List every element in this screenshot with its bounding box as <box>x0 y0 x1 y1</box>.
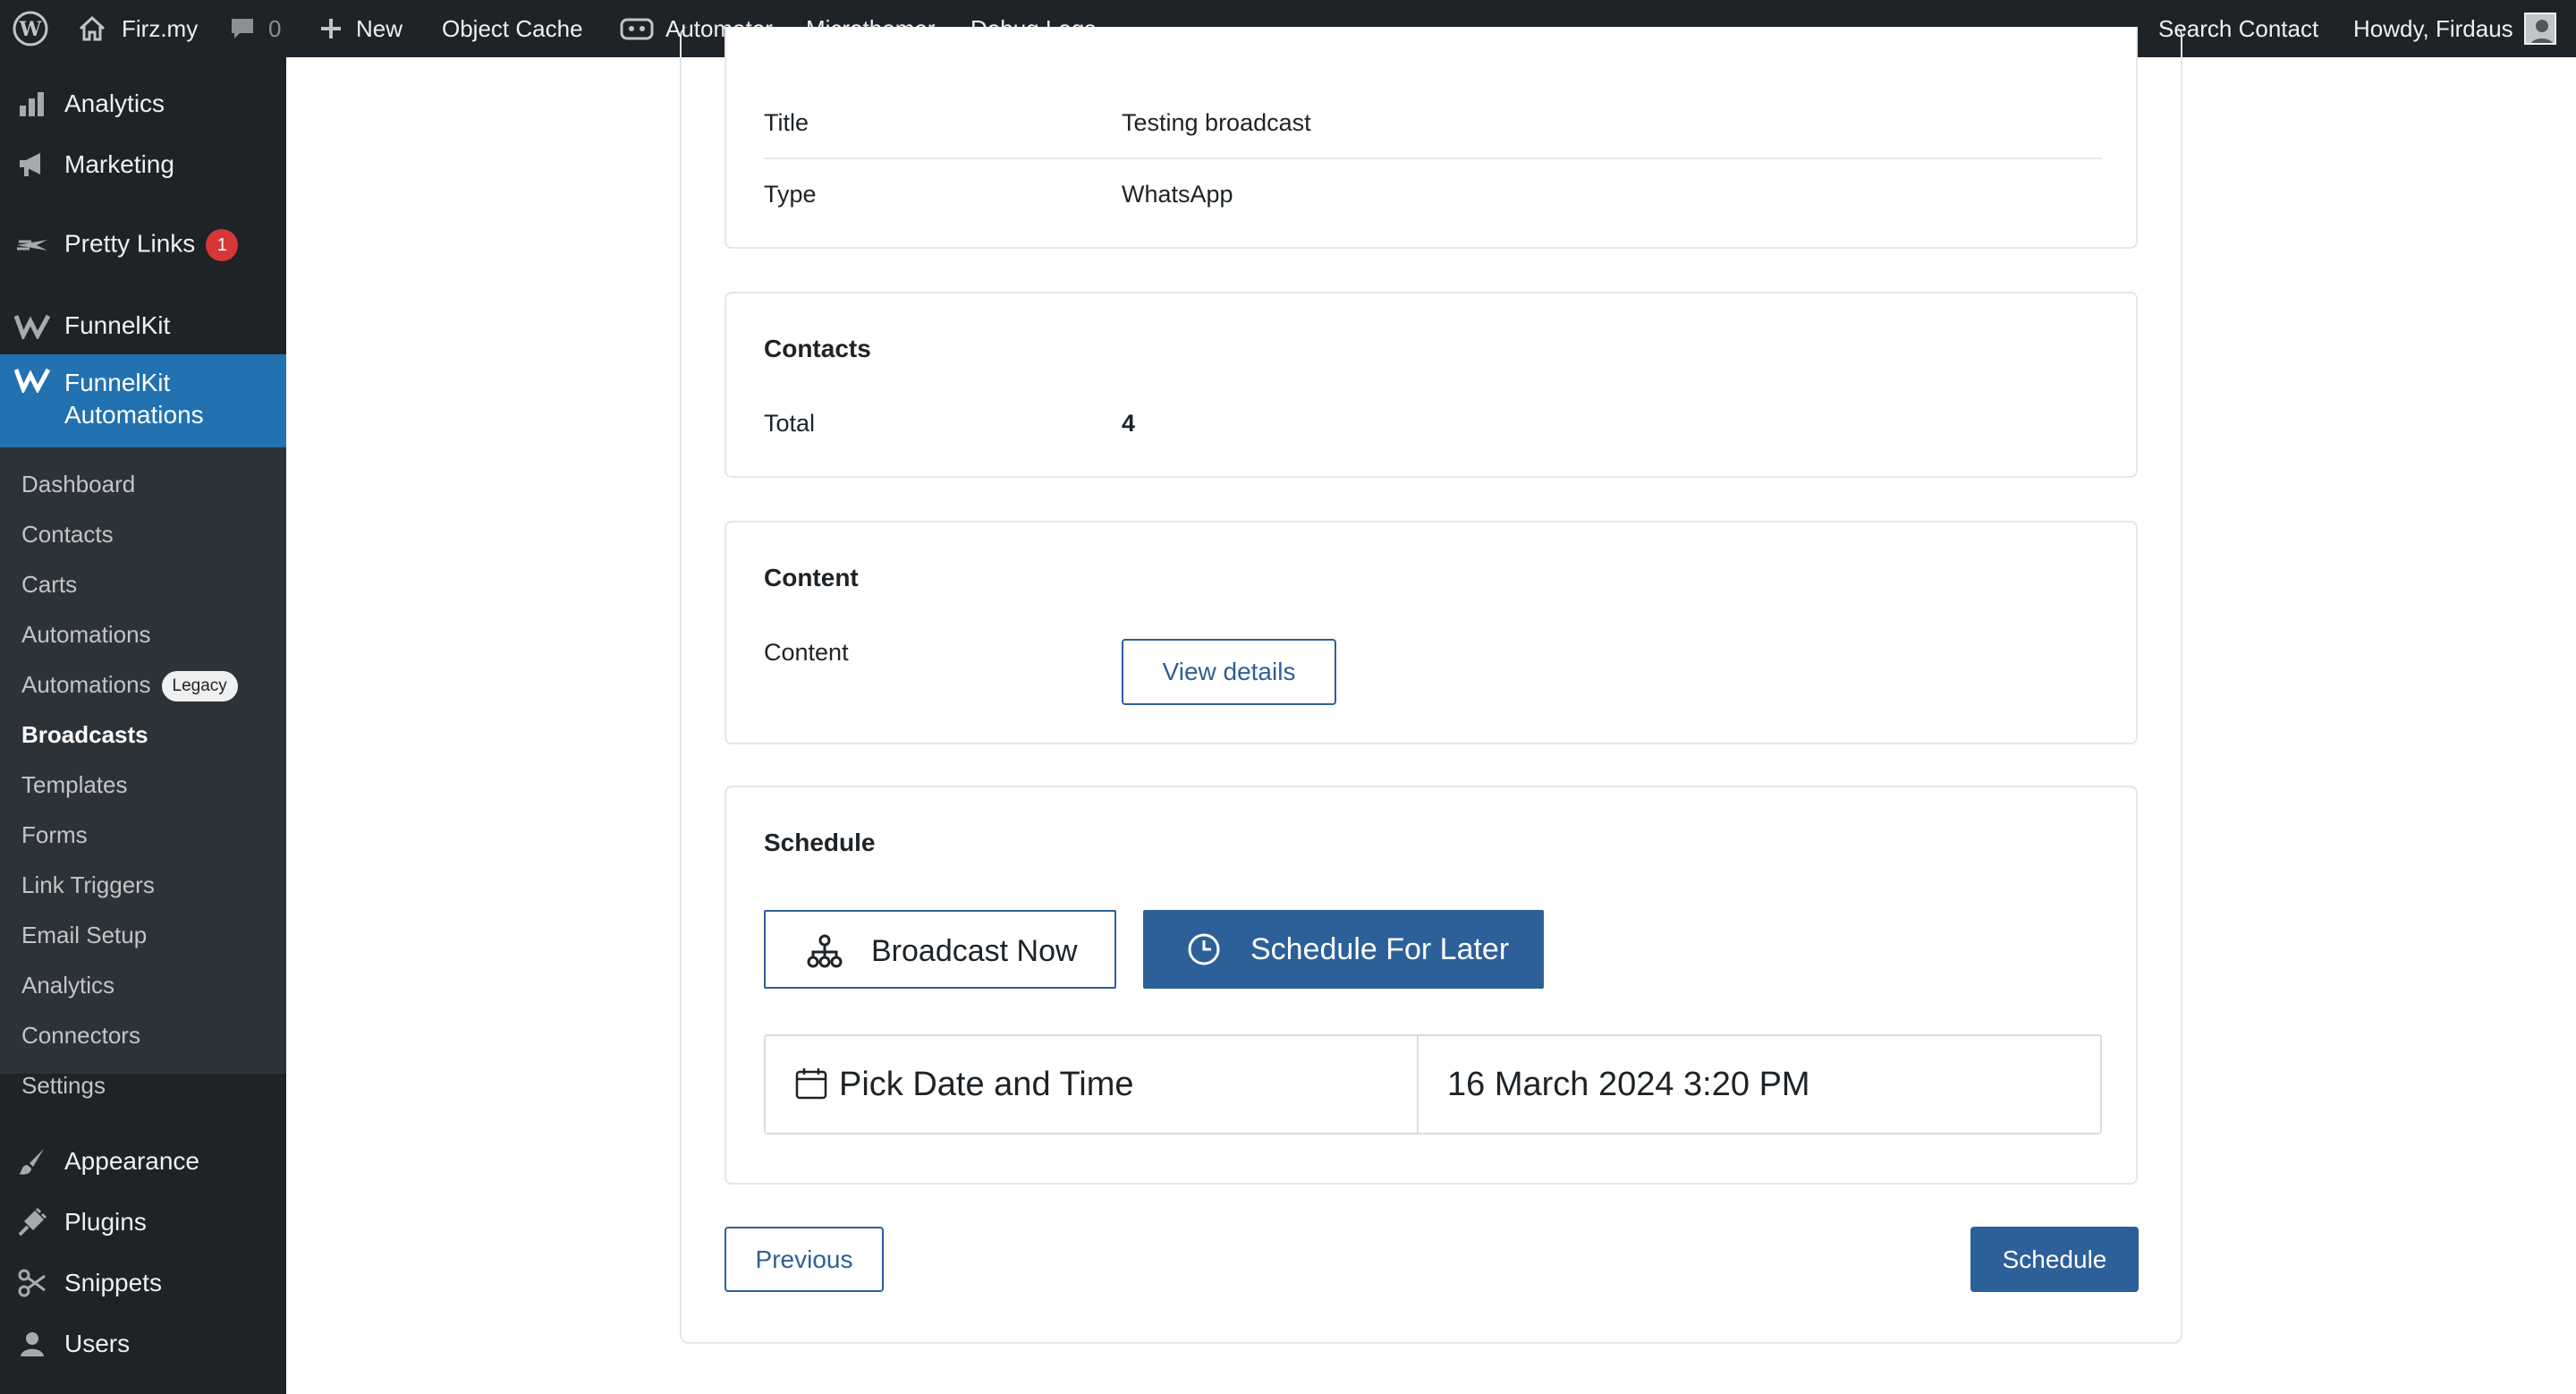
svg-text:W: W <box>19 18 42 41</box>
submenu-broadcasts[interactable]: Broadcasts <box>21 721 148 749</box>
update-count-badge: 1 <box>206 229 239 261</box>
submenu-dashboard[interactable]: Dashboard <box>21 471 135 498</box>
schedule-button[interactable]: Schedule <box>1970 1227 2139 1292</box>
clock-icon <box>1186 931 1222 967</box>
user-icon <box>14 1326 50 1362</box>
menu-appearance[interactable]: Appearance <box>0 1133 286 1190</box>
menu-label: Pretty Links <box>64 229 196 258</box>
details-section: Title Testing broadcast Type WhatsApp <box>724 27 2138 249</box>
megaphone-icon <box>14 147 50 183</box>
menu-marketing[interactable]: Marketing <box>0 136 286 193</box>
comment-icon <box>229 15 256 42</box>
contacts-heading: Contacts <box>764 335 871 362</box>
submenu-analytics[interactable]: Analytics <box>21 972 114 999</box>
total-label: Total <box>764 410 816 437</box>
submenu-forms[interactable]: Forms <box>21 821 88 849</box>
submenu-settings[interactable]: Settings <box>21 1072 106 1100</box>
paintbrush-icon <box>14 1143 50 1179</box>
menu-label: FunnelKit <box>64 311 171 339</box>
site-name-link[interactable]: Firz.my <box>77 0 198 57</box>
menu-pretty-links[interactable]: Pretty Links 1 <box>0 217 286 274</box>
content-heading: Content <box>764 564 859 591</box>
view-details-button[interactable]: View details <box>1122 639 1336 705</box>
menu-label: Analytics <box>64 89 165 117</box>
contacts-section: Contacts Total 4 <box>724 292 2138 478</box>
menu-label: Users <box>64 1330 131 1357</box>
datetime-value[interactable]: 16 March 2024 3:20 PM <box>1447 1036 1810 1133</box>
menu-label: Snippets <box>64 1269 162 1296</box>
menu-label: FunnelKit Automations <box>64 369 204 429</box>
menu-users[interactable]: Users <box>0 1315 286 1373</box>
site-name: Firz.my <box>122 14 199 42</box>
menu-snippets[interactable]: Snippets <box>0 1254 286 1312</box>
howdy-text: Howdy, Firdaus <box>2353 14 2513 42</box>
funnelkit-icon <box>14 308 50 344</box>
submenu-connectors[interactable]: Connectors <box>21 1022 140 1050</box>
submenu-carts[interactable]: Carts <box>21 571 77 599</box>
plus-icon <box>318 16 343 41</box>
schedule-later-label: Schedule For Later <box>1250 932 1510 966</box>
comments-link[interactable]: 0 <box>229 0 281 57</box>
my-account-link[interactable]: Howdy, Firdaus <box>2353 0 2556 57</box>
broadcast-now-label: Broadcast Now <box>871 934 1078 968</box>
legacy-badge: Legacy <box>161 671 238 702</box>
scissors-icon <box>14 1265 50 1301</box>
calendar-icon <box>794 1067 828 1101</box>
new-label: New <box>356 14 403 42</box>
submenu-automations-legacy[interactable]: Automations Legacy <box>21 671 238 702</box>
datetime-label-cell: Pick Date and Time <box>766 1036 1419 1133</box>
submenu-contacts[interactable]: Contacts <box>21 521 114 548</box>
content-label: Content <box>764 639 849 666</box>
home-icon <box>77 13 107 44</box>
total-value: 4 <box>1122 410 1136 437</box>
schedule-heading: Schedule <box>764 829 876 856</box>
menu-label: Plugins <box>64 1208 147 1236</box>
type-value: WhatsApp <box>1122 181 1233 208</box>
submenu-templates[interactable]: Templates <box>21 771 128 799</box>
wordpress-logo-icon[interactable]: W <box>13 0 48 57</box>
pretty-links-icon <box>14 227 50 263</box>
menu-plugins[interactable]: Plugins <box>0 1194 286 1251</box>
menu-label: Marketing <box>64 150 174 178</box>
object-cache-link[interactable]: Object Cache <box>442 0 583 57</box>
submenu-link-triggers[interactable]: Link Triggers <box>21 871 155 899</box>
robot-icon <box>619 15 655 42</box>
menu-analytics[interactable]: Analytics <box>0 75 286 132</box>
title-value: Testing broadcast <box>1122 109 1311 136</box>
title-label: Title <box>764 109 809 136</box>
schedule-later-option[interactable]: Schedule For Later <box>1143 910 1544 989</box>
funnelkit-icon <box>14 361 50 397</box>
comments-count: 0 <box>268 14 282 42</box>
bar-chart-icon <box>14 86 50 122</box>
type-label: Type <box>764 181 817 208</box>
content-section: Content Content View details <box>724 521 2138 744</box>
broadcast-now-option[interactable]: Broadcast Now <box>764 910 1116 989</box>
submenu-email-setup[interactable]: Email Setup <box>21 922 147 949</box>
new-content-link[interactable]: New <box>318 0 402 57</box>
admin-sidebar: Analytics Marketing Pretty Links 1 Funnel… <box>0 57 286 1394</box>
schedule-section: Schedule Broadcast Now Schedule For Late… <box>724 786 2138 1185</box>
menu-funnelkit[interactable]: FunnelKit <box>0 297 286 354</box>
menu-label-wrap: Pretty Links 1 <box>64 229 239 261</box>
submenu-label: Automations <box>21 671 151 698</box>
submenu-automations[interactable]: Automations <box>21 621 151 649</box>
datetime-picker[interactable]: Pick Date and Time 16 March 2024 3:20 PM <box>764 1034 2102 1135</box>
previous-button[interactable]: Previous <box>724 1227 884 1292</box>
menu-funnelkit-automations[interactable]: FunnelKit Automations <box>0 354 286 447</box>
plug-icon <box>14 1204 50 1240</box>
menu-label: Appearance <box>64 1147 200 1175</box>
sitemap-icon <box>807 933 843 969</box>
avatar <box>2523 13 2556 45</box>
pick-date-label: Pick Date and Time <box>839 1066 1134 1103</box>
row-divider <box>764 157 2102 159</box>
